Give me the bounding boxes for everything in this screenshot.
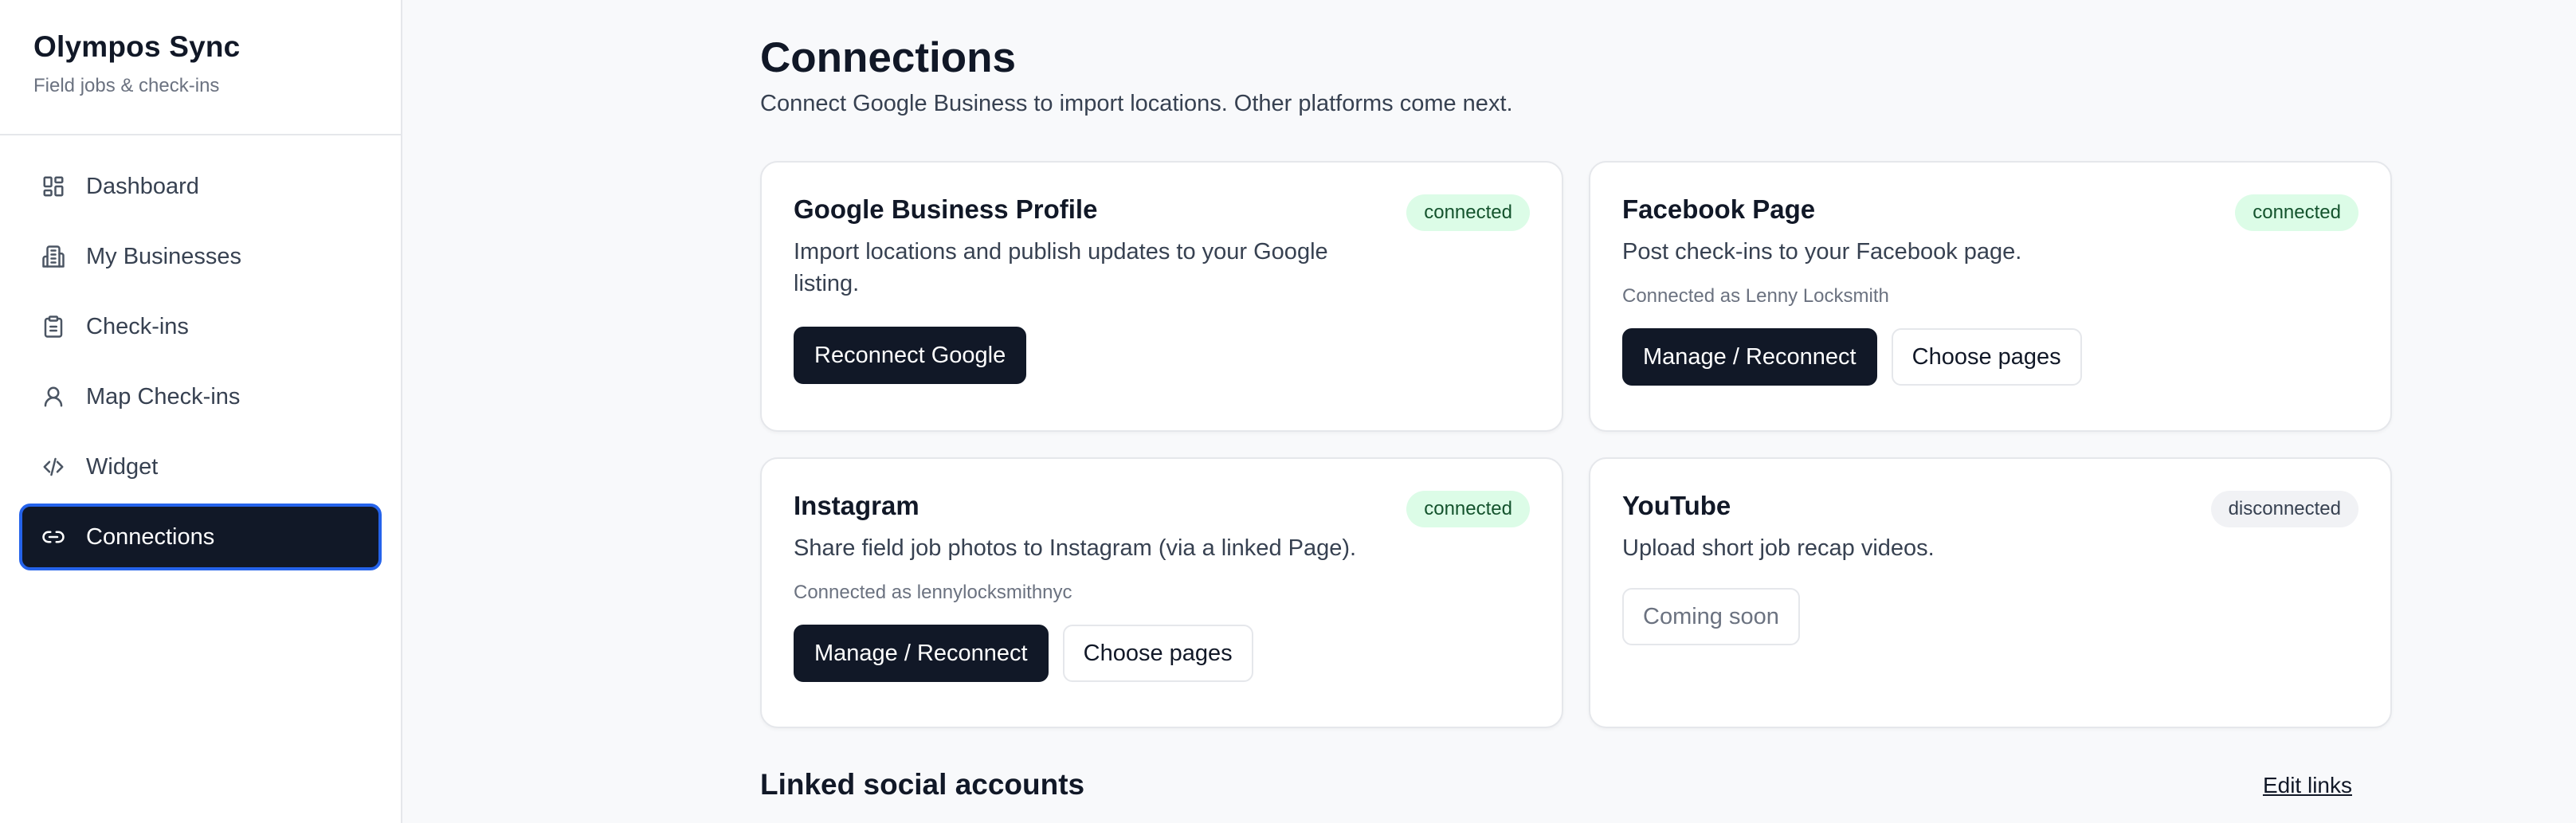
sidebar-item-label: Connections (86, 523, 215, 550)
status-badge: disconnected (2210, 491, 2358, 527)
code-icon (40, 453, 67, 480)
linked-social-accounts-heading: Linked social accounts (760, 768, 1085, 801)
card-youtube: YouTube disconnected Upload short job re… (1589, 457, 2392, 728)
sidebar-item-label: Check-ins (86, 313, 189, 339)
card-description: Post check-ins to your Facebook page. (1622, 239, 2022, 265)
page-title: Connections (760, 34, 1016, 81)
status-badge: connected (1406, 194, 1530, 231)
sidebar-item-map-check-ins[interactable]: Map Check-ins (19, 363, 382, 430)
sidebar-item-widget[interactable]: Widget (19, 433, 382, 500)
link-icon (40, 523, 67, 551)
map-pin-icon (40, 383, 67, 410)
card-description: Share field job photos to Instagram (via… (794, 535, 1357, 561)
choose-pages-button[interactable]: Choose pages (1062, 625, 1253, 682)
sidebar-item-label: Dashboard (86, 173, 199, 199)
sidebar-item-check-ins[interactable]: Check-ins (19, 293, 382, 360)
card-google-business-profile: Google Business Profile connected Import… (760, 161, 1563, 432)
sidebar-item-dashboard[interactable]: Dashboard (19, 153, 382, 220)
edit-links-link[interactable]: Edit links (2263, 773, 2352, 798)
connected-as-text: Connected as Lenny Locksmith (1622, 285, 1889, 307)
card-description: Import locations and publish updates to … (794, 239, 1328, 296)
card-description: Upload short job recap videos. (1622, 535, 1935, 561)
status-badge: connected (2235, 194, 2358, 231)
reconnect-google-button[interactable]: Reconnect Google (794, 327, 1027, 384)
dashboard-icon (40, 173, 67, 200)
app-title: Olympos Sync (33, 30, 241, 63)
brand-header: Olympos Sync Field jobs & check-ins (0, 0, 401, 135)
coming-soon-button: Coming soon (1622, 588, 1800, 645)
manage-reconnect-button[interactable]: Manage / Reconnect (1622, 328, 1877, 386)
page-subtitle: Connect Google Business to import locati… (760, 91, 1513, 116)
sidebar: Olympos Sync Field jobs & check-ins Dash… (0, 0, 402, 823)
sidebar-item-my-businesses[interactable]: My Businesses (19, 223, 382, 290)
building-icon (40, 243, 67, 270)
sidebar-item-label: Widget (86, 453, 159, 480)
clipboard-icon (40, 313, 67, 340)
connected-as-text: Connected as lennylocksmithnyc (794, 582, 1072, 603)
sidebar-item-connections[interactable]: Connections (19, 504, 382, 570)
card-facebook-page: Facebook Page connected Post check-ins t… (1589, 161, 2392, 432)
choose-pages-button[interactable]: Choose pages (1891, 328, 2082, 386)
card-instagram: Instagram connected Share field job phot… (760, 457, 1563, 728)
status-badge: connected (1406, 491, 1530, 527)
sidebar-item-label: Map Check-ins (86, 383, 241, 410)
sidebar-item-label: My Businesses (86, 243, 242, 269)
sidebar-nav: Dashboard My Businesses Check-ins Map Ch… (0, 135, 401, 570)
manage-reconnect-button[interactable]: Manage / Reconnect (794, 625, 1049, 682)
app-subtitle: Field jobs & check-ins (33, 75, 220, 96)
